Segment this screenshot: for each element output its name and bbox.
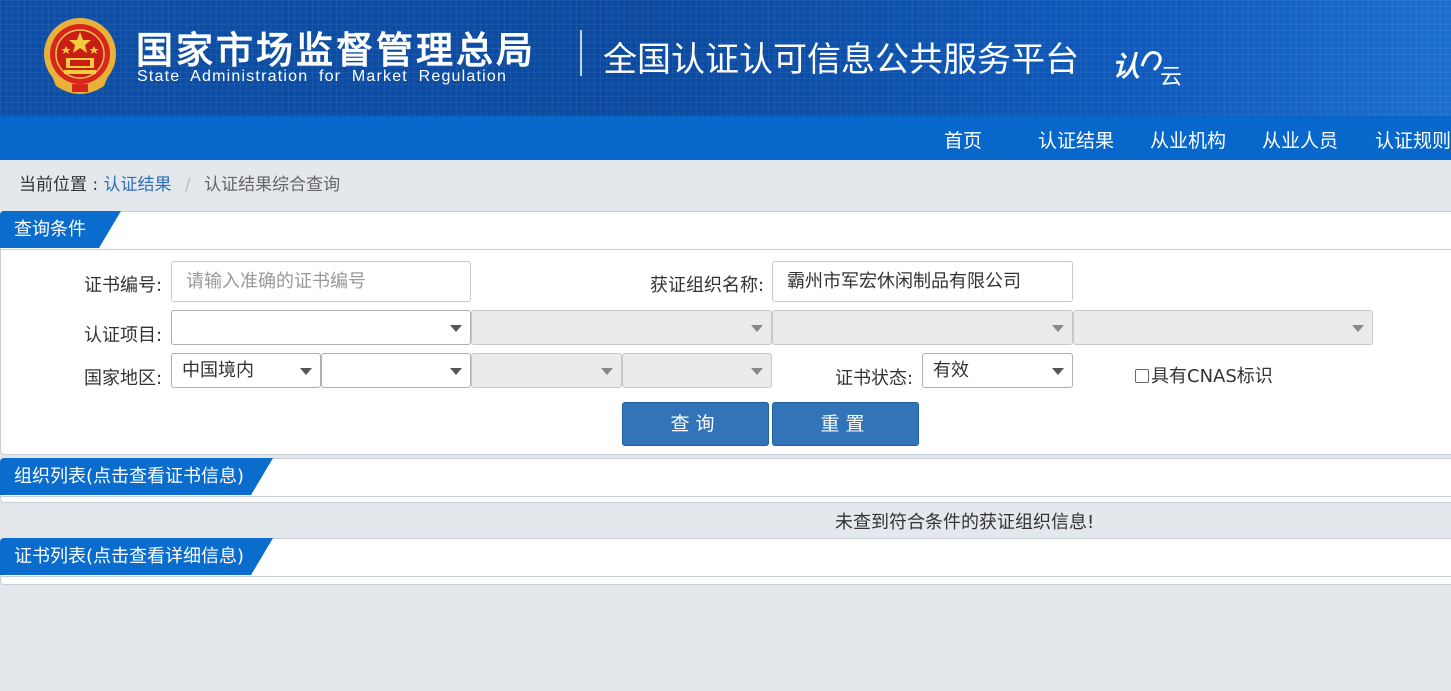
agency-name-en: State Administration for Market Regulati… <box>137 68 508 85</box>
chevron-down-icon <box>751 368 763 375</box>
cert-list-header: 证书列表(点击查看详细信息) <box>1 539 1451 577</box>
org-name-label: 获证组织名称: <box>650 275 765 296</box>
national-emblem-icon <box>44 18 116 94</box>
region-select-4[interactable] <box>622 353 772 388</box>
region-select-2[interactable] <box>321 353 471 388</box>
region-select-3[interactable] <box>471 353 622 388</box>
region-label: 国家地区: <box>84 368 163 389</box>
platform-title: 全国认证认可信息公共服务平台 <box>603 40 1079 80</box>
breadcrumb-separator: / <box>184 175 191 195</box>
project-select-3[interactable] <box>772 310 1073 345</box>
nav-item-institutions[interactable]: 从业机构 <box>1150 126 1226 153</box>
header-banner: 国家市场监督管理总局 State Administration for Mark… <box>0 0 1451 116</box>
region-select-1-value: 中国境内 <box>182 360 254 381</box>
main-nav: 首页 认证结果 从业机构 从业人员 认证规则 <box>0 116 1451 160</box>
cnas-checkbox[interactable] <box>1135 369 1149 383</box>
svg-text:认: 认 <box>1112 50 1140 83</box>
breadcrumb-current: 认证结果综合查询 <box>204 175 341 195</box>
chevron-down-icon <box>1052 325 1064 332</box>
nav-item-rules[interactable]: 认证规则 <box>1375 126 1451 153</box>
project-select-1[interactable] <box>171 310 471 345</box>
cnas-checkbox-wrap[interactable]: 具有CNAS标识 <box>1135 362 1273 388</box>
project-select-4[interactable] <box>1073 310 1373 345</box>
project-select-2[interactable] <box>471 310 772 345</box>
status-label: 证书状态: <box>835 368 914 389</box>
query-panel-title: 查询条件 <box>0 211 121 248</box>
chevron-down-icon <box>1352 325 1364 332</box>
renyun-logo-icon: 认 云 <box>1112 50 1182 88</box>
cert-list-panel: 证书列表(点击查看详细信息) <box>0 538 1451 585</box>
nav-item-personnel[interactable]: 从业人员 <box>1262 126 1338 153</box>
cert-no-label: 证书编号: <box>84 275 163 296</box>
org-list-empty-message: 未查到符合条件的获证组织信息! <box>835 512 1095 533</box>
banner-divider <box>580 30 582 76</box>
query-panel-header: 查询条件 <box>1 212 1451 250</box>
agency-name-cn: 国家市场监督管理总局 <box>136 29 536 72</box>
svg-text:云: 云 <box>1160 65 1182 88</box>
org-list-header: 组织列表(点击查看证书信息) <box>1 459 1451 497</box>
reset-button[interactable]: 重置 <box>772 402 919 446</box>
nav-item-cert-results[interactable]: 认证结果 <box>1038 126 1114 153</box>
chevron-down-icon <box>1052 368 1064 375</box>
breadcrumb-prefix: 当前位置 : <box>19 175 99 195</box>
chevron-down-icon <box>751 325 763 332</box>
cnas-checkbox-label: 具有CNAS标识 <box>1151 366 1273 387</box>
org-name-input[interactable]: 霸州市军宏休闲制品有限公司 <box>772 261 1073 302</box>
chevron-down-icon <box>300 368 312 375</box>
status-select-value: 有效 <box>933 360 969 381</box>
cert-no-input[interactable]: 请输入准确的证书编号 <box>171 261 471 302</box>
query-button[interactable]: 查询 <box>622 402 769 446</box>
breadcrumb-link-cert-results[interactable]: 认证结果 <box>104 175 172 195</box>
chevron-down-icon <box>450 325 462 332</box>
project-label: 认证项目: <box>84 325 163 346</box>
region-select-1[interactable]: 中国境内 <box>171 353 321 388</box>
chevron-down-icon <box>450 368 462 375</box>
breadcrumb: 当前位置 : 认证结果 / 认证结果综合查询 <box>19 170 340 195</box>
org-list-panel: 组织列表(点击查看证书信息) <box>0 458 1451 503</box>
chevron-down-icon <box>601 368 613 375</box>
nav-item-home[interactable]: 首页 <box>944 126 982 153</box>
org-list-title: 组织列表(点击查看证书信息) <box>0 458 273 495</box>
status-select[interactable]: 有效 <box>922 353 1073 388</box>
cert-list-title: 证书列表(点击查看详细信息) <box>0 538 273 575</box>
